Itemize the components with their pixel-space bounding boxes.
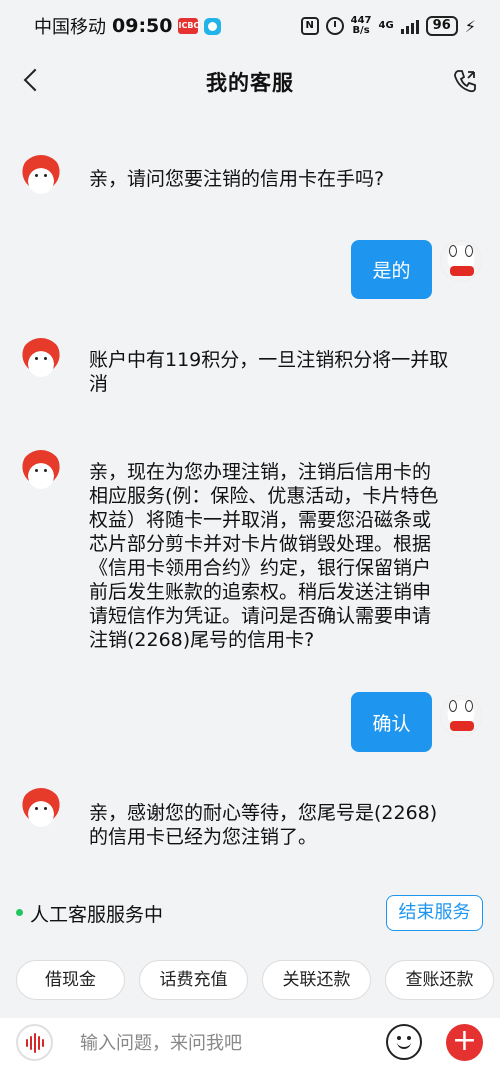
page-title: 我的客服 [206,71,294,95]
cs-avatar [20,788,62,830]
status-left: 中国移动 09:50 ICBC [34,13,222,39]
status-right: N 447 B/s 4G 96 ⚡ [300,16,476,36]
question-input[interactable] [80,1026,370,1060]
charging-icon: ⚡ [464,16,476,36]
voice-input-icon[interactable] [16,1024,53,1061]
quick-action-linked-repay[interactable]: 关联还款 [262,960,371,1000]
back-icon[interactable] [18,66,48,96]
user-message-bubble: 是的 [351,240,432,299]
cs-avatar [20,450,62,492]
quick-action-bar: 借现金 话费充值 关联还款 查账还款 [0,960,500,1002]
user-avatar [440,695,482,737]
signal-icon [400,18,419,34]
cs-message: 亲，现在为您办理注销，注销后信用卡的相应服务(例：保险、优惠活动，卡片特色权益）… [89,461,439,651]
input-bar: + [0,1018,500,1069]
service-status-text: 人工客服服务中 [30,904,164,926]
notification-app-icon [204,17,222,35]
cs-message: 账户中有119积分，一旦注销积分将一并取消 [89,349,449,395]
cs-message: 亲，请问您要注销的信用卡在手吗? [89,168,385,190]
alarm-icon [325,17,344,35]
clock-time: 09:50 [112,15,173,37]
quick-action-borrow-cash[interactable]: 借现金 [16,960,125,1000]
user-message-bubble: 确认 [351,692,432,752]
net-speed: 447 B/s [351,16,372,36]
status-bar: 中国移动 09:50 ICBC N 447 B/s 4G 96 ⚡ [0,0,500,52]
emoji-icon[interactable] [386,1024,422,1060]
carrier-label: 中国移动 [34,17,106,38]
cs-avatar [20,155,62,197]
net-speed-unit: B/s [352,25,370,36]
nav-bar: 我的客服 [0,52,500,112]
end-service-button[interactable]: 结束服务 [386,895,483,931]
cs-avatar [20,338,62,380]
user-avatar [440,240,482,282]
bank-app-icon: ICBC [178,18,199,34]
battery-level: 96 [425,16,458,36]
network-type: 4G [378,20,394,31]
online-status-dot [16,909,23,916]
service-status-row: 人工客服服务中 结束服务 [0,890,500,936]
quick-action-phone-topup[interactable]: 话费充值 [139,960,248,1000]
add-more-icon[interactable]: + [446,1024,483,1061]
cs-message: 亲，感谢您的耐心等待，您尾号是(2268)的信用卡已经为您注销了。 [89,802,438,848]
quick-action-bill-repay[interactable]: 查账还款 [385,960,494,1000]
phone-call-icon[interactable] [450,66,480,96]
nfc-icon: N [300,17,319,35]
